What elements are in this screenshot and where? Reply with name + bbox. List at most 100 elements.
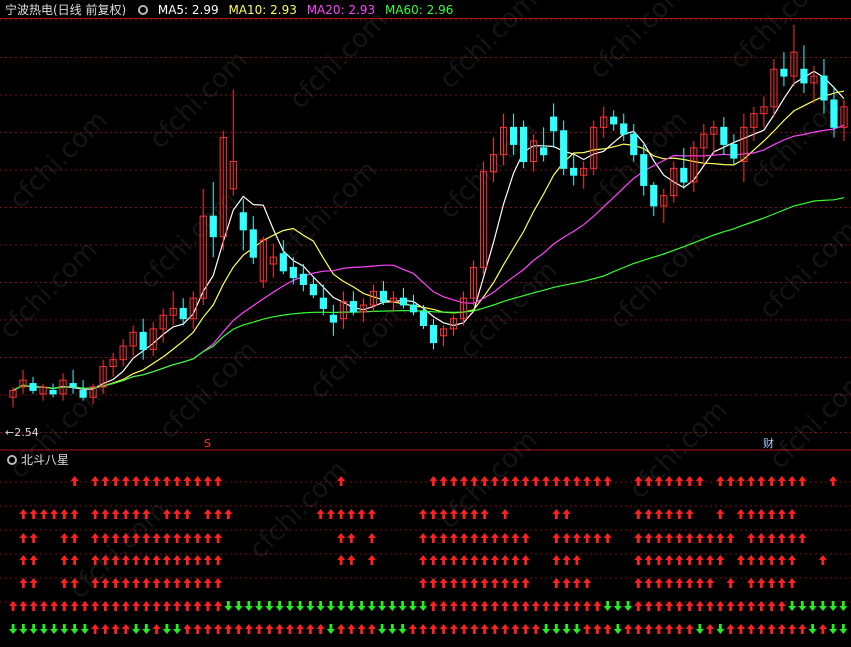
up-arrow-icon — [419, 578, 428, 588]
up-arrow-icon — [419, 624, 428, 634]
up-arrow-icon — [91, 476, 100, 486]
up-arrow-icon — [603, 624, 612, 634]
candle-body-down — [349, 301, 358, 313]
up-arrow-icon — [449, 533, 458, 543]
candle — [129, 325, 137, 357]
down-arrow-icon — [173, 624, 182, 634]
candle-body-down — [650, 184, 658, 207]
up-arrow-icon — [121, 624, 130, 634]
up-arrow-icon — [193, 624, 202, 634]
up-arrow-icon — [736, 555, 745, 565]
up-arrow-icon — [152, 555, 161, 565]
candlestick-chart[interactable]: cfchi.comcfchi.com cfchi.com cfchi.com cfch… — [0, 0, 851, 647]
up-arrow-icon — [234, 624, 243, 634]
up-arrow-icon — [716, 476, 725, 486]
candle — [29, 376, 37, 394]
down-arrow-icon — [337, 601, 346, 611]
up-arrow-icon — [162, 555, 171, 565]
up-arrow-icon — [716, 509, 725, 519]
up-arrow-icon — [757, 555, 766, 565]
up-arrow-icon — [91, 509, 100, 519]
candle — [770, 59, 778, 118]
up-arrow-icon — [265, 624, 274, 634]
watermark-text: cfchi.com — [724, 0, 834, 75]
up-arrow-icon — [460, 555, 469, 565]
candle — [259, 236, 267, 288]
up-arrow-icon — [91, 601, 100, 611]
up-arrow-icon — [111, 509, 120, 519]
up-arrow-icon — [203, 555, 212, 565]
up-arrow-icon — [132, 601, 141, 611]
up-arrow-icon — [706, 578, 715, 588]
up-arrow-icon — [511, 555, 520, 565]
up-arrow-icon — [644, 509, 653, 519]
ma20-line — [12, 124, 845, 391]
up-arrow-icon — [306, 624, 315, 634]
up-arrow-icon — [50, 509, 59, 519]
down-arrow-icon — [378, 601, 387, 611]
up-arrow-icon — [337, 533, 346, 543]
up-arrow-icon — [501, 509, 510, 519]
up-arrow-icon — [39, 509, 48, 519]
down-arrow-icon — [326, 601, 335, 611]
candle-body-down — [329, 314, 337, 323]
up-arrow-icon — [29, 509, 38, 519]
up-arrow-icon — [552, 601, 561, 611]
candle-body-down — [249, 229, 257, 258]
event-marker-s[interactable]: S — [204, 437, 211, 450]
candle — [720, 117, 728, 155]
candle — [700, 123, 708, 165]
up-arrow-icon — [777, 624, 786, 634]
event-marker-cai[interactable]: 财 — [763, 436, 774, 450]
up-arrow-icon — [685, 624, 694, 634]
up-arrow-icon — [183, 476, 192, 486]
up-arrow-icon — [429, 533, 438, 543]
up-arrow-icon — [726, 476, 735, 486]
up-arrow-icon — [183, 624, 192, 634]
up-arrow-icon — [747, 555, 756, 565]
candle — [520, 120, 528, 169]
up-arrow-icon — [70, 555, 79, 565]
up-arrow-icon — [757, 601, 766, 611]
up-arrow-icon — [173, 555, 182, 565]
up-arrow-icon — [798, 476, 807, 486]
up-arrow-icon — [60, 509, 69, 519]
up-arrow-icon — [747, 624, 756, 634]
up-arrow-icon — [101, 509, 110, 519]
up-arrow-icon — [675, 555, 684, 565]
up-arrow-icon — [142, 578, 151, 588]
up-arrow-icon — [203, 578, 212, 588]
up-arrow-icon — [152, 578, 161, 588]
up-arrow-icon — [337, 509, 346, 519]
up-arrow-icon — [173, 533, 182, 543]
candle-body-down — [429, 325, 438, 344]
candle-body-down — [620, 123, 628, 135]
down-arrow-icon — [347, 601, 356, 611]
down-arrow-icon — [29, 624, 38, 634]
up-arrow-icon — [531, 601, 540, 611]
up-arrow-icon — [367, 509, 376, 519]
up-arrow-icon — [644, 555, 653, 565]
up-arrow-icon — [757, 578, 766, 588]
up-arrow-icon — [111, 578, 120, 588]
up-arrow-icon — [788, 578, 797, 588]
up-arrow-icon — [70, 533, 79, 543]
up-arrow-icon — [480, 533, 489, 543]
up-arrow-icon — [183, 578, 192, 588]
up-arrow-icon — [665, 509, 674, 519]
up-arrow-icon — [716, 533, 725, 543]
candle-body-down — [289, 266, 297, 279]
up-arrow-icon — [572, 578, 581, 588]
up-arrow-icon — [788, 476, 797, 486]
up-arrow-icon — [644, 578, 653, 588]
up-arrow-icon — [408, 624, 417, 634]
up-arrow-icon — [583, 601, 592, 611]
up-arrow-icon — [695, 555, 704, 565]
up-arrow-icon — [675, 624, 684, 634]
up-arrow-icon — [511, 476, 520, 486]
up-arrow-icon — [19, 533, 28, 543]
up-arrow-icon — [142, 476, 151, 486]
up-arrow-icon — [511, 578, 520, 588]
candle-body-down — [780, 68, 788, 77]
up-arrow-icon — [429, 555, 438, 565]
